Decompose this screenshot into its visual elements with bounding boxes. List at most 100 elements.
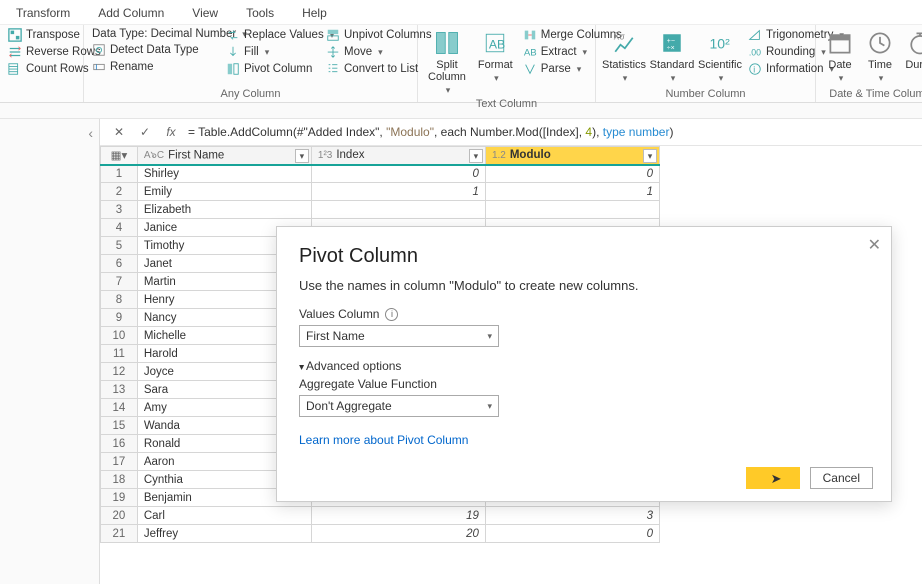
row-number[interactable]: 20 <box>101 507 138 525</box>
row-number[interactable]: 3 <box>101 201 138 219</box>
merge-columns-button[interactable]: Merge Columns <box>521 27 599 43</box>
cell-index[interactable]: 0 <box>311 165 485 183</box>
unpivot-columns-button[interactable]: Unpivot Columns▾ <box>324 27 424 43</box>
accept-formula-icon[interactable]: ✓ <box>136 125 154 139</box>
filter-index[interactable]: ▾ <box>469 149 483 163</box>
table-row[interactable]: 2Emily11 <box>101 183 660 201</box>
group-label-textcol: Text Column <box>424 96 589 112</box>
pivot-column-button[interactable]: Pivot Column <box>224 61 320 77</box>
cell-index[interactable]: 20 <box>311 525 485 543</box>
cell-modulo[interactable] <box>485 201 659 219</box>
tab-help[interactable]: Help <box>302 4 327 24</box>
cell-first-name[interactable]: Elizabeth <box>137 201 311 219</box>
scientific-button[interactable]: 10²Scientific▾ <box>698 27 742 86</box>
cell-first-name[interactable]: Jeffrey <box>137 525 311 543</box>
advanced-options-toggle[interactable]: ▸Advanced options <box>299 359 869 373</box>
svg-text:+−: +− <box>667 38 675 45</box>
row-number[interactable]: 1 <box>101 165 138 183</box>
tab-add-column[interactable]: Add Column <box>98 4 164 24</box>
row-number[interactable]: 18 <box>101 471 138 489</box>
svg-text:.00: .00 <box>749 48 761 58</box>
row-number[interactable]: 21 <box>101 525 138 543</box>
data-type-dropdown[interactable]: Data Type: Decimal Number▾ <box>90 27 220 41</box>
replace-values-button[interactable]: Replace Values▾ <box>224 27 320 43</box>
row-number[interactable]: 19 <box>101 489 138 507</box>
filter-first-name[interactable]: ▾ <box>295 149 309 163</box>
cancel-button[interactable]: Cancel <box>810 467 873 489</box>
close-icon[interactable]: ✕ <box>868 235 881 255</box>
row-number[interactable]: 10 <box>101 327 138 345</box>
cell-index[interactable]: 19 <box>311 507 485 525</box>
rename-button[interactable]: Rename <box>90 59 220 75</box>
row-number[interactable]: 11 <box>101 345 138 363</box>
agg-fn-select[interactable]: Don't Aggregate▾ <box>299 395 499 417</box>
col-first-name[interactable]: A๖CFirst Name▾ <box>137 147 311 165</box>
formula-text[interactable]: = Table.AddColumn(#"Added Index", "Modul… <box>188 125 912 139</box>
cell-modulo[interactable]: 3 <box>485 507 659 525</box>
duration-button[interactable]: Durati <box>902 27 922 86</box>
svg-text:÷×: ÷× <box>667 45 675 52</box>
learn-more-link[interactable]: Learn more about Pivot Column <box>299 433 468 447</box>
row-number[interactable]: 17 <box>101 453 138 471</box>
standard-button[interactable]: +−÷×Standard▾ <box>650 27 694 86</box>
row-number[interactable]: 14 <box>101 399 138 417</box>
pivot-column-dialog: ✕ Pivot Column Use the names in column "… <box>276 226 892 502</box>
svg-text:10²: 10² <box>710 35 731 51</box>
row-number[interactable]: 6 <box>101 255 138 273</box>
filter-modulo[interactable]: ▾ <box>643 149 657 163</box>
col-modulo[interactable]: 1.2Modulo▾ <box>485 147 659 165</box>
col-index[interactable]: 1²3Index▾ <box>311 147 485 165</box>
info-icon[interactable]: i <box>385 308 398 321</box>
extract-button[interactable]: ABCExtract▾ <box>521 44 599 60</box>
collapse-sidebar-icon[interactable]: ‹ <box>88 125 93 141</box>
parse-button[interactable]: Parse▾ <box>521 61 599 77</box>
row-number[interactable]: 7 <box>101 273 138 291</box>
row-number[interactable]: 16 <box>101 435 138 453</box>
move-button[interactable]: Move▾ <box>324 44 424 60</box>
row-number[interactable]: 8 <box>101 291 138 309</box>
cell-modulo[interactable]: 1 <box>485 183 659 201</box>
date-button[interactable]: Date▾ <box>822 27 858 86</box>
row-number[interactable]: 2 <box>101 183 138 201</box>
ribbon: Transpose Reverse Rows Count Rows Data T… <box>0 25 922 103</box>
cell-first-name[interactable]: Carl <box>137 507 311 525</box>
ok-button[interactable]: OK➤ <box>746 467 800 489</box>
convert-to-list-button[interactable]: Convert to List <box>324 61 424 77</box>
group-label-table <box>6 98 77 102</box>
cell-first-name[interactable]: Shirley <box>137 165 311 183</box>
tab-view[interactable]: View <box>192 4 218 24</box>
row-number[interactable]: 4 <box>101 219 138 237</box>
row-number[interactable]: 5 <box>101 237 138 255</box>
cell-modulo[interactable]: 0 <box>485 525 659 543</box>
tab-tools[interactable]: Tools <box>246 4 274 24</box>
group-label-datecol: Date & Time Column <box>822 86 922 102</box>
time-button[interactable]: Time▾ <box>862 27 898 86</box>
agg-fn-label: Aggregate Value Function <box>299 377 869 391</box>
fx-icon[interactable]: fx <box>162 125 180 139</box>
statistics-button[interactable]: X̄σStatistics▾ <box>602 27 646 86</box>
table-row[interactable]: 3Elizabeth <box>101 201 660 219</box>
cell-first-name[interactable]: Emily <box>137 183 311 201</box>
corner-cell[interactable]: ▦▾ <box>101 147 138 165</box>
row-number[interactable]: 13 <box>101 381 138 399</box>
cell-index[interactable]: 1 <box>311 183 485 201</box>
fill-button[interactable]: Fill▾ <box>224 44 320 60</box>
queries-sidebar: ‹ <box>0 119 100 584</box>
cancel-formula-icon[interactable]: ✕ <box>110 125 128 139</box>
row-number[interactable]: 15 <box>101 417 138 435</box>
cell-index[interactable] <box>311 201 485 219</box>
split-column-button[interactable]: Split Column▾ <box>424 27 470 96</box>
cell-modulo[interactable]: 0 <box>485 165 659 183</box>
formula-bar: ✕ ✓ fx = Table.AddColumn(#"Added Index",… <box>100 119 922 146</box>
tab-transform[interactable]: Transform <box>16 4 70 24</box>
detect-data-type-button[interactable]: Detect Data Type <box>90 42 220 58</box>
dialog-subtitle: Use the names in column "Modulo" to crea… <box>299 278 869 293</box>
format-button[interactable]: ABFormat▾ <box>474 27 517 96</box>
row-number[interactable]: 9 <box>101 309 138 327</box>
cursor-icon: ➤ <box>771 471 782 487</box>
table-row[interactable]: 20Carl193 <box>101 507 660 525</box>
row-number[interactable]: 12 <box>101 363 138 381</box>
values-column-select[interactable]: First Name▾ <box>299 325 499 347</box>
table-row[interactable]: 21Jeffrey200 <box>101 525 660 543</box>
table-row[interactable]: 1Shirley00 <box>101 165 660 183</box>
